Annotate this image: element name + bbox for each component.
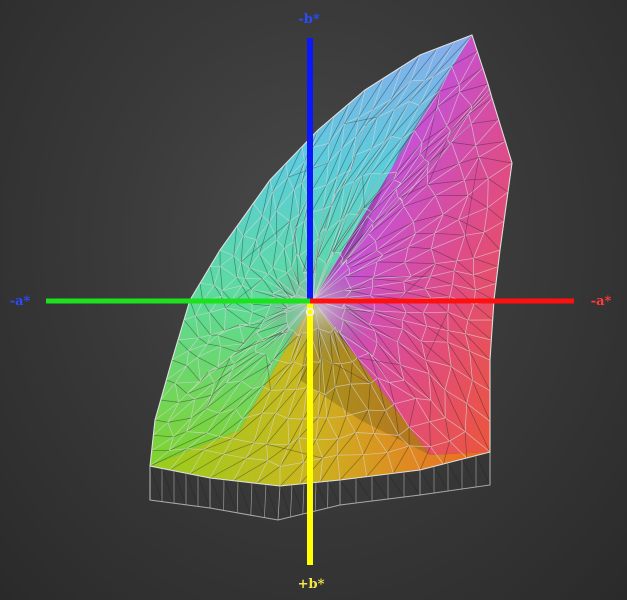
wireframe-edge — [223, 479, 238, 513]
wireframe-edge — [279, 485, 291, 518]
wireframe-edge — [277, 485, 281, 521]
gamut-plot-area: -b* +b* -a* -a* — [0, 0, 627, 600]
wireframe-edge — [339, 479, 357, 504]
wireframe-edge — [161, 468, 175, 504]
wireframe-edge — [403, 471, 421, 496]
wireframe-edge — [475, 455, 491, 486]
wireframe-edge — [237, 481, 252, 516]
wireframe-edge — [302, 483, 305, 515]
wireframe-edge — [291, 484, 304, 515]
minus-b-axis-label: -b* — [298, 12, 319, 27]
gamut-plot-svg: -b* +b* -a* -a* — [10, 12, 612, 592]
wireframe-edge — [371, 475, 389, 500]
wireframe-edge — [149, 465, 163, 502]
wireframe-edge — [337, 438, 339, 456]
wireframe-edge — [197, 475, 211, 509]
wireframe-edge — [433, 466, 449, 492]
wireframe-edge — [327, 481, 341, 506]
wireframe-edge — [447, 462, 463, 490]
wireframe-edge — [314, 482, 317, 512]
wireframe-edge — [209, 477, 224, 511]
wireframe-edge — [185, 473, 199, 507]
wireframe-edge — [250, 482, 253, 516]
plus-b-axis-label: +b* — [298, 577, 325, 592]
wireframe-edge — [319, 362, 321, 393]
wireframe-edge — [236, 481, 239, 513]
wireframe-edge — [251, 482, 265, 518]
minus-a-axis-label: -a* — [10, 294, 31, 309]
wireframe-edge — [355, 477, 373, 502]
wireframe-edge — [290, 484, 293, 518]
wireframe-edge — [419, 469, 435, 494]
wireframe-edge — [264, 484, 267, 518]
wireframe-edge — [337, 454, 364, 456]
plus-a-axis-label: -a* — [591, 294, 612, 309]
wireframe-edge — [387, 473, 405, 498]
wireframe-edge — [461, 459, 477, 488]
wireframe-edge — [173, 470, 187, 505]
wireframe-edge — [315, 482, 328, 509]
wireframe-edge — [265, 484, 279, 521]
